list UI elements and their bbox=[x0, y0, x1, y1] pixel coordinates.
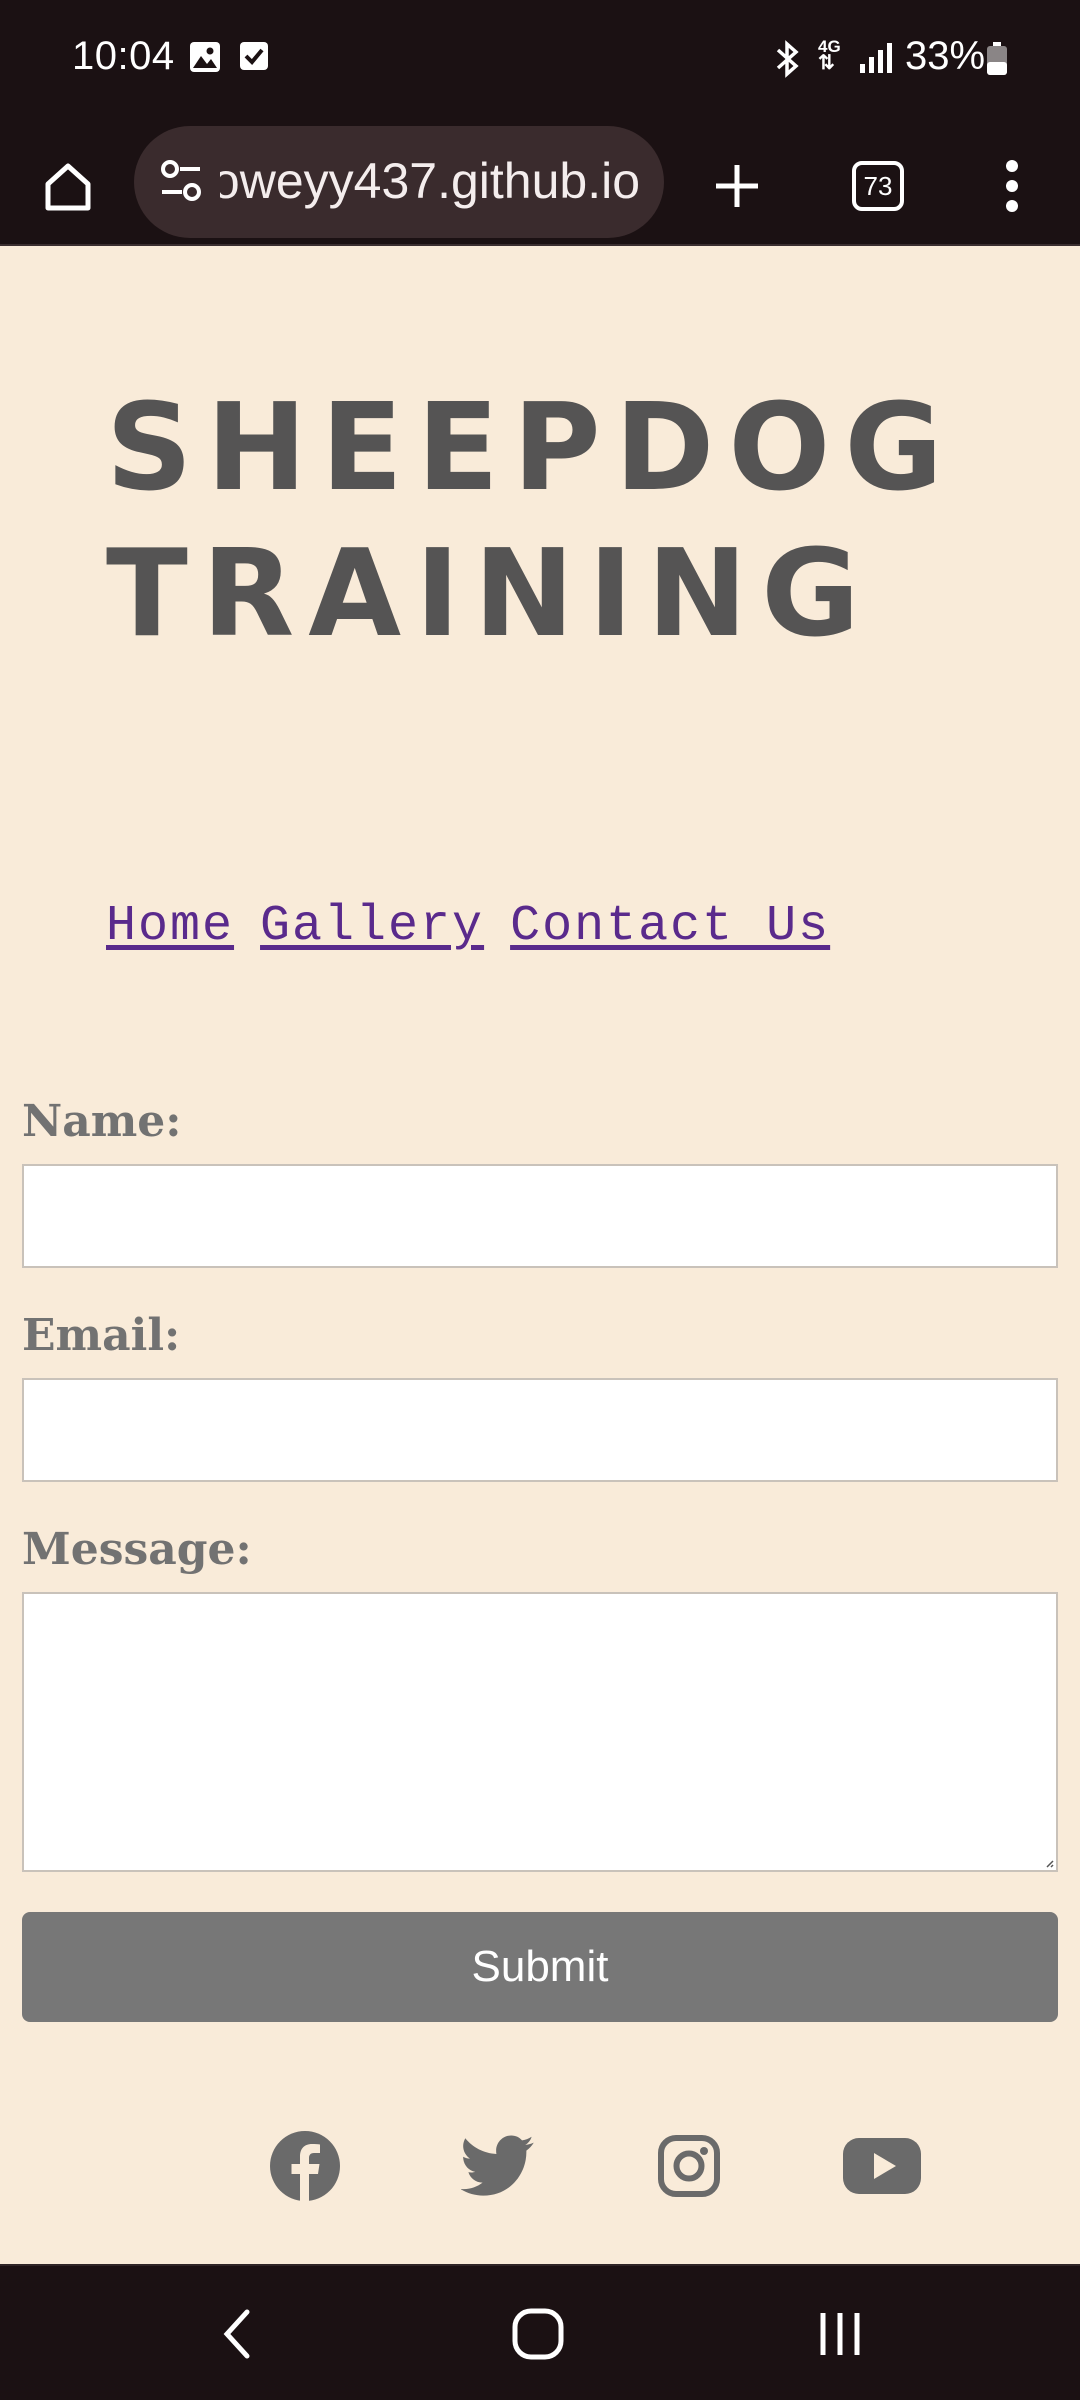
home-icon bbox=[45, 163, 91, 211]
web-page: SHEEPDOG TRAINING Home Gallery Contact Us … bbox=[0, 246, 1080, 2264]
youtube-icon bbox=[843, 2138, 921, 2194]
facebook-link[interactable] bbox=[268, 2126, 342, 2206]
nav-link-contact[interactable]: Contact Us bbox=[510, 898, 830, 955]
site-title: SHEEPDOG TRAINING bbox=[106, 376, 957, 668]
menu-button[interactable] bbox=[976, 138, 1048, 234]
tabs-count: 73 bbox=[852, 161, 904, 211]
address-bar[interactable]: oweyy437.github.io bbox=[134, 126, 664, 238]
battery-icon bbox=[986, 42, 1008, 81]
url-text: oweyy437.github.io bbox=[220, 153, 640, 209]
home-button[interactable] bbox=[28, 138, 108, 234]
name-label: Name: bbox=[22, 1096, 182, 1147]
system-nav-bar bbox=[0, 2264, 1080, 2400]
browser-toolbar: oweyy437.github.io 73 bbox=[0, 118, 1080, 246]
checkbox-notification-icon bbox=[238, 40, 270, 77]
site-nav: Home Gallery Contact Us bbox=[106, 898, 856, 955]
site-title-line2: TRAINING bbox=[106, 525, 874, 664]
home-circle-icon bbox=[512, 2308, 564, 2360]
site-title-line1: SHEEPDOG bbox=[106, 379, 957, 518]
youtube-link[interactable] bbox=[842, 2126, 922, 2206]
network-type-icon: 4G ⇅ bbox=[818, 37, 841, 74]
twitter-icon bbox=[461, 2135, 534, 2196]
message-textarea[interactable] bbox=[22, 1592, 1058, 1872]
site-settings-icon[interactable] bbox=[158, 156, 204, 211]
back-icon bbox=[223, 2309, 250, 2359]
name-field[interactable] bbox=[22, 1164, 1058, 1268]
recents-icon bbox=[820, 2313, 860, 2355]
status-bar: 10:04 4G ⇅ 33% bbox=[0, 0, 1080, 118]
home-nav-button[interactable] bbox=[498, 2296, 578, 2372]
battery-percent: 33% bbox=[905, 34, 986, 78]
email-label: Email: bbox=[22, 1310, 181, 1361]
email-field[interactable] bbox=[22, 1378, 1058, 1482]
tab-switcher-button[interactable]: 73 bbox=[836, 138, 920, 234]
instagram-link[interactable] bbox=[656, 2126, 722, 2206]
message-label: Message: bbox=[22, 1524, 252, 1575]
submit-button[interactable]: Submit bbox=[22, 1912, 1058, 2022]
recents-button[interactable] bbox=[800, 2296, 880, 2372]
bluetooth-icon bbox=[770, 40, 804, 83]
back-button[interactable] bbox=[196, 2296, 276, 2372]
more-vert-icon bbox=[1006, 160, 1018, 212]
twitter-link[interactable] bbox=[460, 2126, 536, 2206]
signal-icon bbox=[858, 40, 894, 81]
plus-icon bbox=[716, 165, 758, 207]
facebook-icon bbox=[270, 2131, 340, 2202]
new-tab-button[interactable] bbox=[694, 138, 780, 234]
nav-link-home[interactable]: Home bbox=[106, 898, 234, 955]
status-time: 10:04 bbox=[72, 34, 175, 78]
resize-handle-icon[interactable] bbox=[1044, 1858, 1054, 1868]
gallery-notification-icon bbox=[188, 40, 222, 79]
instagram-icon bbox=[658, 2135, 720, 2197]
nav-link-gallery[interactable]: Gallery bbox=[260, 898, 484, 955]
